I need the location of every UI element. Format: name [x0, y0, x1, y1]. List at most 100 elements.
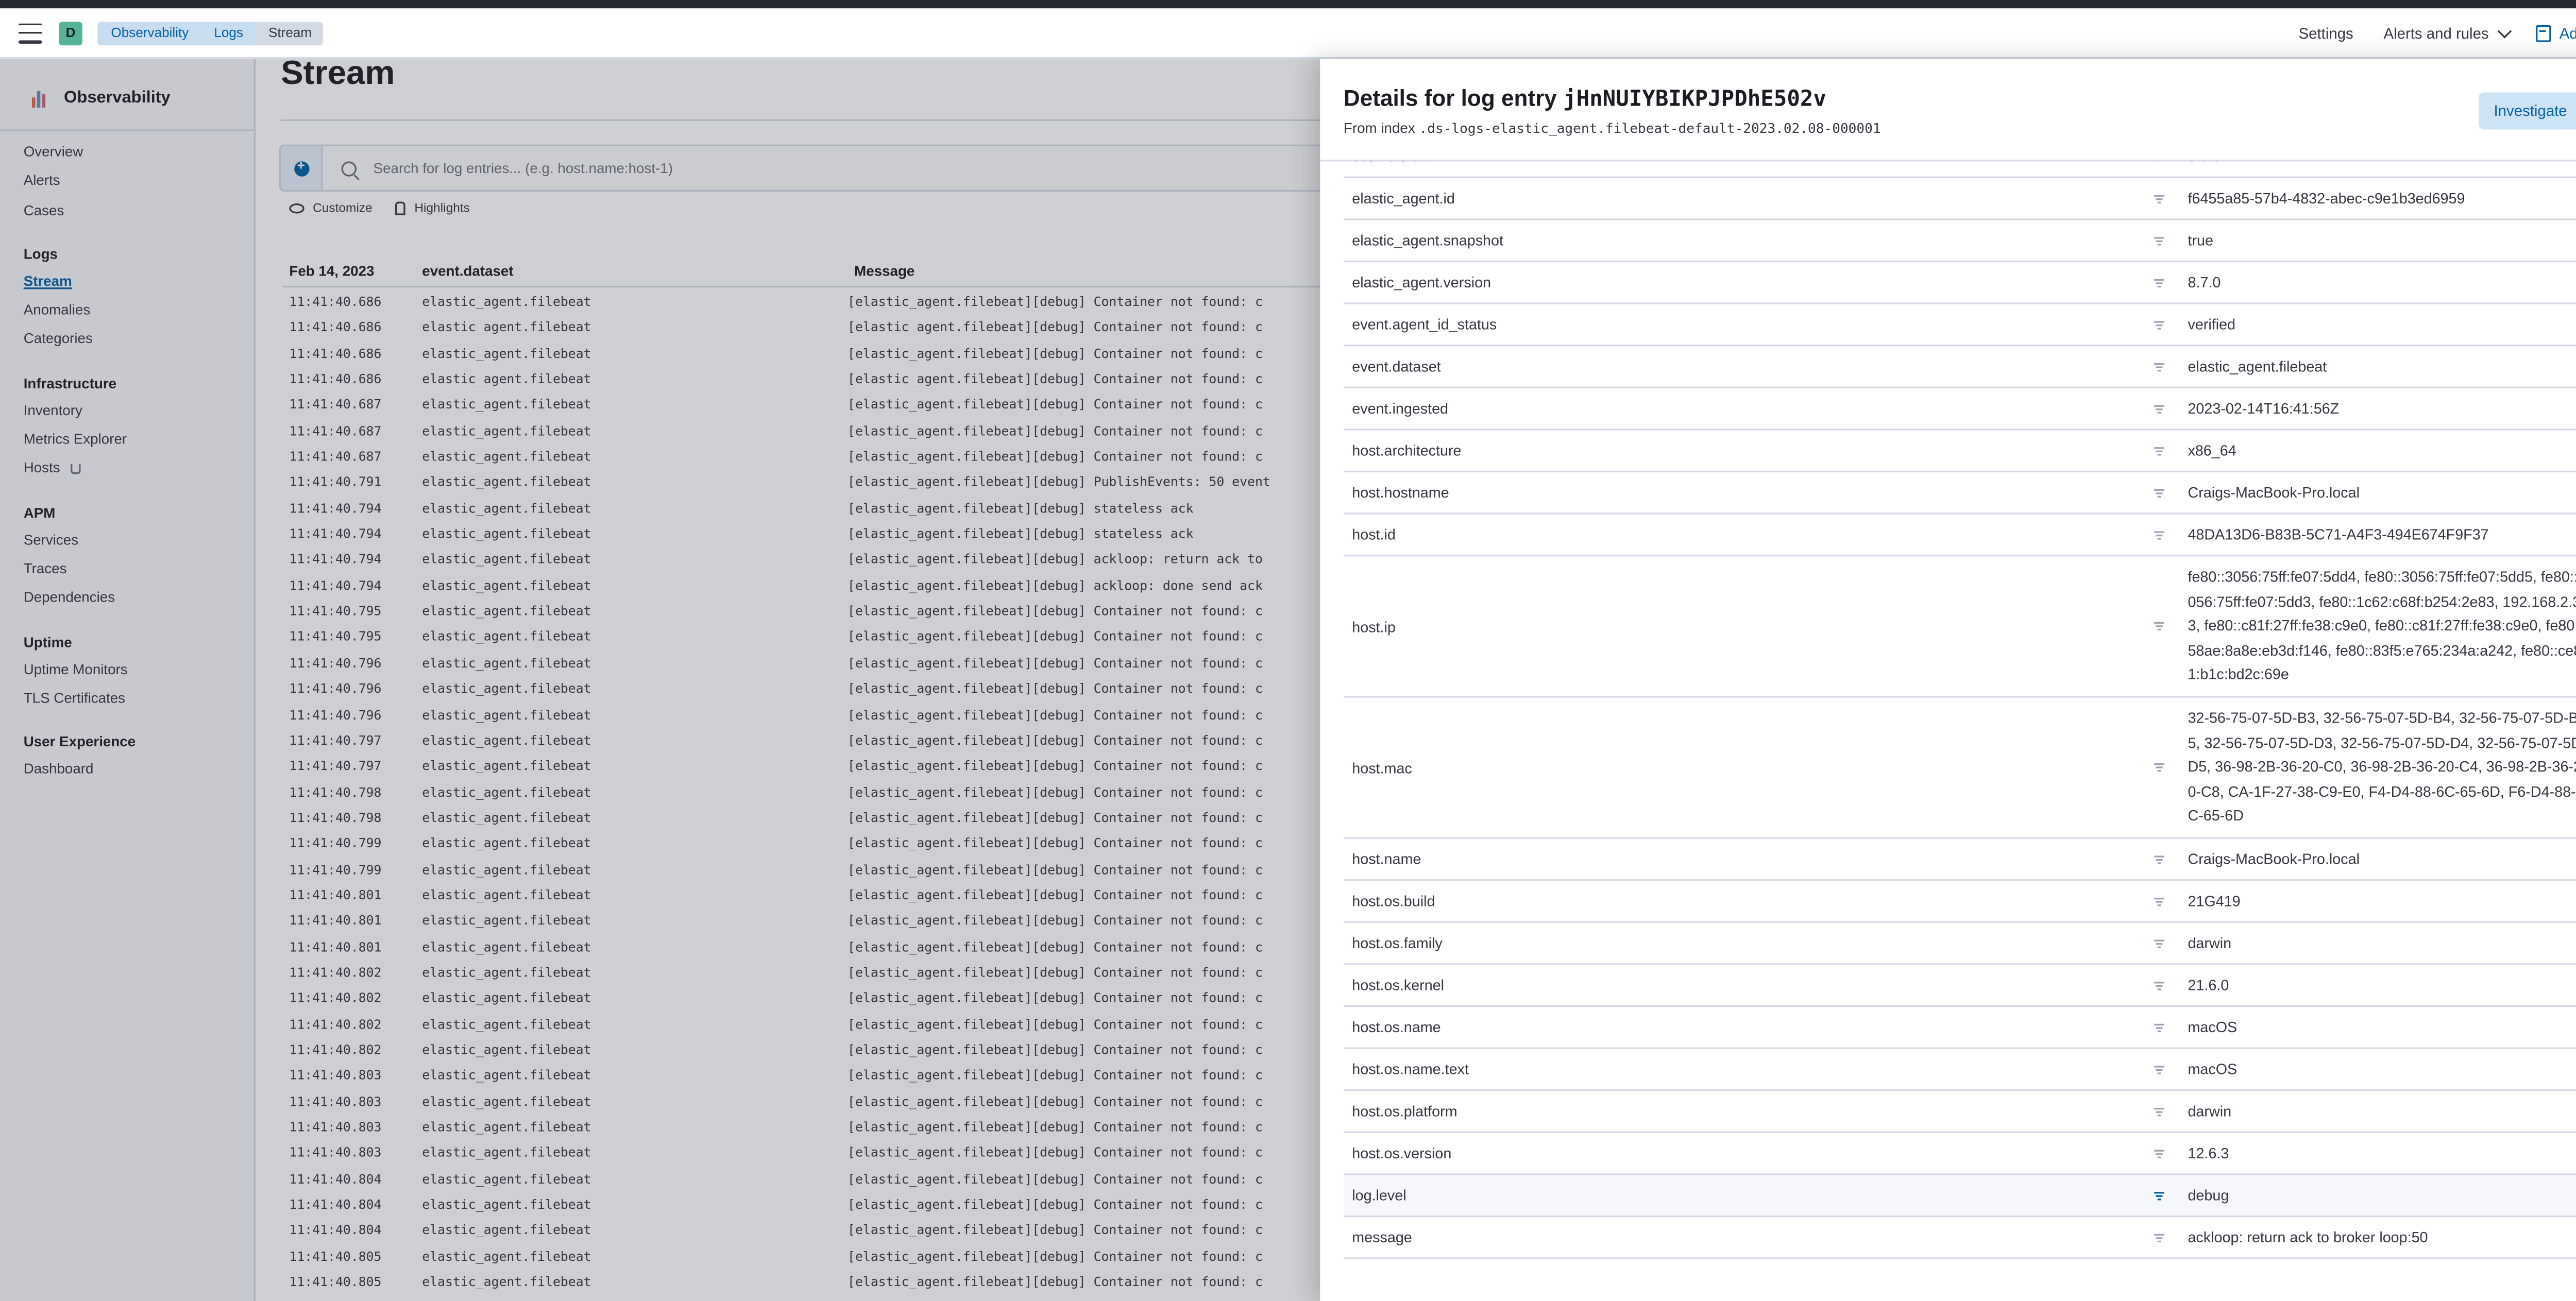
field-name: elastic_agent.snapshot	[1352, 232, 1504, 249]
field-value: 8.7.0	[2188, 274, 2221, 291]
log-details-flyout: Details for log entry jHnNUIYBIKPJPDhE50…	[1320, 59, 2576, 1301]
field-name: elastic_agent.id	[1352, 190, 1455, 207]
filter-icon[interactable]	[2154, 278, 2164, 287]
field-name: host.os.kernel	[1352, 977, 1445, 994]
filter-icon[interactable]	[2154, 981, 2164, 989]
field-value: darwin	[2188, 1103, 2232, 1120]
breadcrumb-logs[interactable]: Logs	[200, 21, 255, 45]
flyout-title-prefix: Details for log entry	[1343, 85, 1557, 111]
field-value: darwin	[2188, 934, 2232, 952]
field-value: 32-56-75-07-5D-B3, 32-56-75-07-5D-B4, 32…	[2188, 709, 2576, 825]
field-name: host.name	[1352, 850, 1421, 868]
settings-label: Settings	[2298, 24, 2353, 41]
investigate-label: Investigate	[2494, 102, 2567, 119]
filter-icon[interactable]	[2154, 1065, 2164, 1074]
field-value: 21G419	[2188, 893, 2241, 910]
filter-icon[interactable]	[2154, 763, 2164, 772]
field-name: host.architecture	[1352, 442, 1462, 459]
field-name: host.os.version	[1352, 1144, 1452, 1162]
field-value: 48DA13D6-B83B-5C71-A4F3-494E674F9F37	[2188, 526, 2489, 543]
breadcrumb: Observability Logs Stream	[97, 21, 324, 45]
field-row: elastic_agent.id f6455a85-57b4-4832-abec-…	[1343, 178, 2576, 220]
filter-icon[interactable]	[2154, 854, 2164, 864]
space-avatar[interactable]: D	[59, 21, 82, 45]
breadcrumb-stream: Stream	[255, 21, 324, 45]
page: D Observability Logs Stream Settings Ale…	[0, 0, 2576, 1301]
field-value: ackloop: return ack to broker loop:50	[2188, 1228, 2428, 1246]
app-header: D Observability Logs Stream Settings Ale…	[0, 8, 2576, 59]
flyout-title: Details for log entry jHnNUIYBIKPJPDhE50…	[1344, 85, 1826, 112]
filter-icon[interactable]	[2154, 488, 2164, 497]
field-row: log.level debug	[1343, 1175, 2576, 1218]
field-value: macOS	[2188, 1060, 2238, 1078]
top-strip	[0, 0, 2576, 9]
header-actions: Settings Alerts and rules Add data	[2268, 8, 2576, 57]
field-value: fe80::3056:75ff:fe07:5dd4, fe80::3056:75…	[2188, 568, 2576, 683]
filter-icon[interactable]	[2154, 446, 2164, 455]
breadcrumb-observability[interactable]: Observability	[97, 21, 201, 45]
alerts-rules-menu[interactable]: Alerts and rules	[2383, 23, 2512, 41]
add-data-icon	[2536, 24, 2551, 41]
filter-icon[interactable]	[2154, 236, 2164, 245]
chevron-down-icon	[2497, 23, 2512, 38]
filter-icon[interactable]	[2154, 530, 2164, 539]
field-value: true	[2188, 232, 2213, 249]
index-prefix: From index	[1343, 119, 1415, 136]
field-row: host.os.build 21G419	[1343, 881, 2576, 923]
filter-icon[interactable]	[2154, 1233, 2164, 1242]
filter-icon[interactable]	[2154, 897, 2164, 905]
add-data-label: Add data	[2559, 24, 2576, 41]
field-value: Craigs-MacBook-Pro.local	[2188, 484, 2360, 501]
log-entry-id: jHnNUIYBIKPJPDhE502v	[1563, 87, 1827, 113]
filter-icon[interactable]	[2154, 1149, 2164, 1158]
investigate-button[interactable]: Investigate	[2479, 92, 2576, 130]
add-data-link[interactable]: Add data	[2536, 24, 2576, 41]
menu-icon[interactable]	[18, 23, 42, 43]
field-name: event.ingested	[1352, 400, 1449, 417]
field-name: host.mac	[1352, 759, 1412, 776]
field-name: message	[1352, 1228, 1412, 1246]
field-row: event.agent_id_status verified	[1343, 304, 2576, 347]
filter-icon[interactable]	[2154, 1107, 2164, 1116]
field-row: host.ip fe80::3056:75ff:fe07:5dd4, fe80::…	[1343, 556, 2576, 698]
field-row: host.architecture x86_64	[1343, 431, 2576, 473]
filter-icon[interactable]	[2154, 938, 2164, 948]
field-row: host.os.kernel 21.6.0	[1343, 965, 2576, 1007]
field-name: host.id	[1352, 526, 1396, 543]
field-row: host.os.version 12.6.3	[1343, 1133, 2576, 1175]
field-value: Craigs-MacBook-Pro.local	[2188, 850, 2360, 868]
filter-icon[interactable]	[2154, 622, 2164, 630]
field-value: elastic_agent.filebeat	[2188, 358, 2327, 375]
settings-link[interactable]: Settings	[2299, 24, 2353, 41]
filter-icon[interactable]	[2154, 320, 2164, 329]
filter-icon[interactable]	[2154, 1023, 2164, 1032]
field-row: host.mac 32-56-75-07-5D-B3, 32-56-75-07-5…	[1343, 698, 2576, 839]
field-row: event.dataset elastic_agent.filebeat	[1343, 346, 2576, 388]
field-name: host.os.family	[1352, 934, 1443, 952]
field-row: host.os.name.text macOS	[1343, 1049, 2576, 1091]
field-value: x86_64	[2188, 442, 2236, 459]
field-row: elastic_agent.version 8.7.0	[1343, 262, 2576, 304]
field-name: host.os.name	[1352, 1018, 1441, 1036]
filter-icon[interactable]	[2154, 194, 2164, 203]
field-row: elastic_agent.snapshot true	[1343, 220, 2576, 263]
field-value: f6455a85-57b4-4832-abec-c9e1b3ed6959	[2188, 190, 2465, 207]
field-value: debug	[2188, 1187, 2229, 1204]
field-row: host.name Craigs-MacBook-Pro.local	[1343, 839, 2576, 881]
filter-icon[interactable]	[2154, 362, 2164, 371]
field-row: host.id 48DA13D6-B83B-5C71-A4F3-494E674F9…	[1343, 515, 2576, 557]
alerts-rules-label: Alerts and rules	[2383, 24, 2489, 41]
filter-icon[interactable]	[2154, 404, 2164, 413]
field-value: macOS	[2188, 1018, 2238, 1036]
field-name: event.agent_id_status	[1352, 316, 1497, 333]
field-row: host.os.family darwin	[1343, 923, 2576, 965]
field-row: host.os.name macOS	[1343, 1007, 2576, 1049]
field-row: message ackloop: return ack to broker loo…	[1343, 1217, 2576, 1259]
field-name: host.os.build	[1352, 893, 1435, 910]
field-value: 2023-02-14T16:41:56Z	[2188, 400, 2340, 417]
field-name: elastic_agent.version	[1352, 274, 1492, 291]
field-row: host.os.platform darwin	[1343, 1091, 2576, 1133]
field-name: host.os.name.text	[1352, 1060, 1469, 1078]
field-name: log.level	[1352, 1187, 1406, 1204]
filter-icon[interactable]	[2154, 1191, 2164, 1200]
